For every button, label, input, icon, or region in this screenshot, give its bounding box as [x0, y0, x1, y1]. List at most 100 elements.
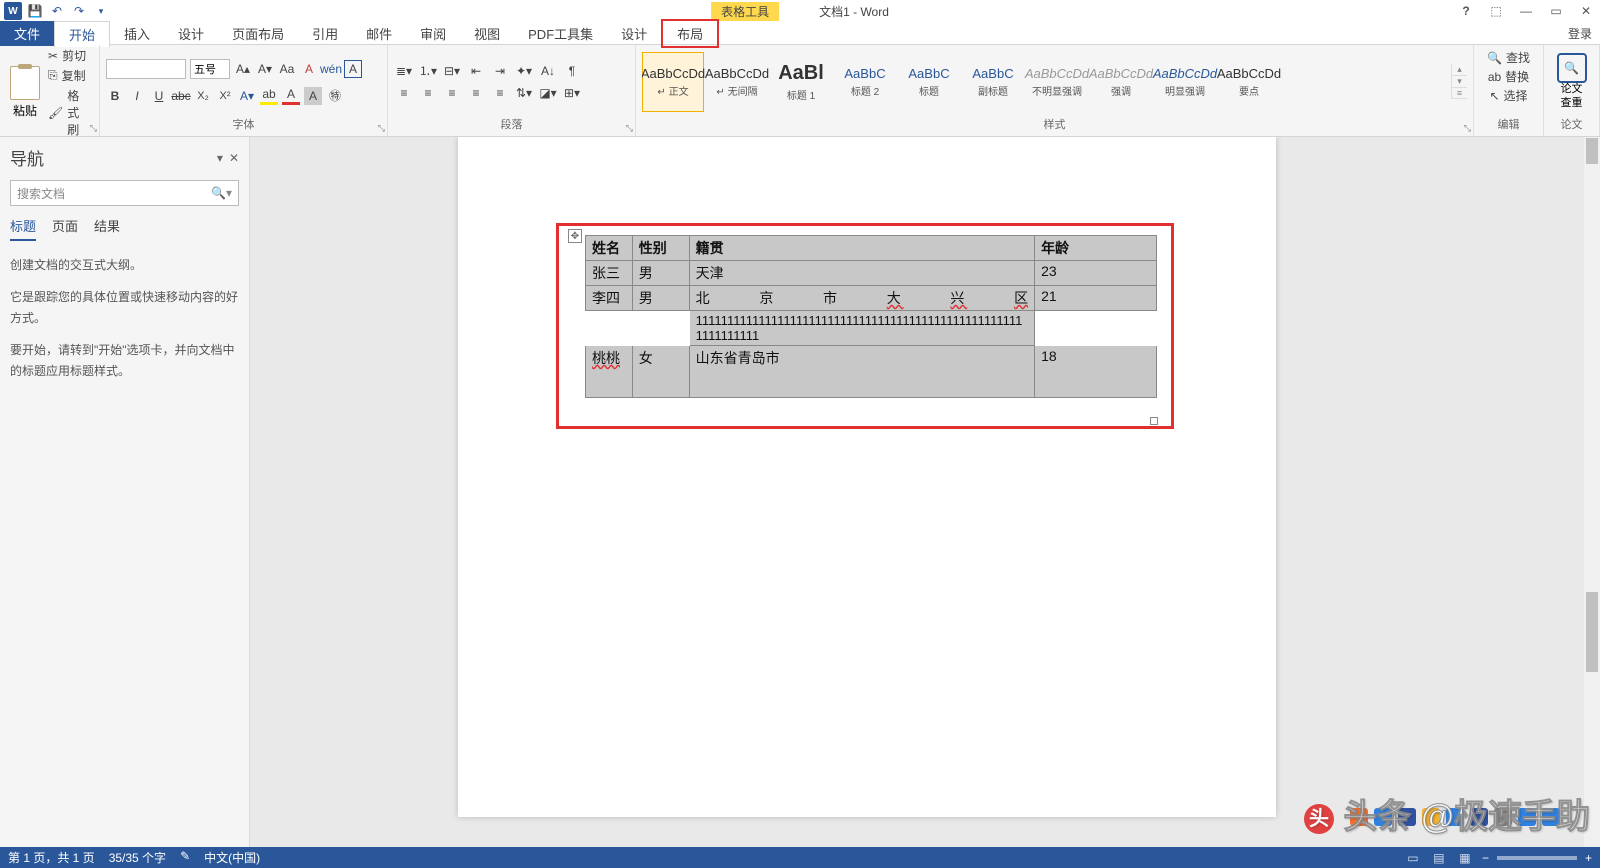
phonetic-icon[interactable]: wén — [322, 60, 340, 78]
tab-home[interactable]: 开始 — [54, 21, 110, 47]
ribbon-options-icon[interactable]: ⬚ — [1486, 4, 1506, 18]
line-spacing-icon[interactable]: ⇅▾ — [514, 84, 534, 102]
enclose-char-icon[interactable]: ㊕ — [326, 87, 344, 105]
style-item[interactable]: AaBbC标题 — [898, 52, 960, 112]
styles-scroll[interactable]: ▴▾≡ — [1451, 64, 1467, 99]
zoom-slider[interactable] — [1497, 856, 1577, 860]
tab-page-layout[interactable]: 页面布局 — [218, 21, 298, 46]
dialog-launcher-icon[interactable]: ⤡ — [626, 123, 633, 134]
grow-font-icon[interactable]: A▴ — [234, 60, 252, 78]
plagiarism-check-icon[interactable]: 🔍 — [1557, 53, 1587, 83]
highlight-icon[interactable]: ab — [260, 87, 278, 105]
th-origin[interactable]: 籍贯 — [689, 236, 1034, 261]
shading-icon[interactable]: ◪▾ — [538, 84, 558, 102]
char-shading-icon[interactable]: A — [304, 87, 322, 105]
document-table[interactable]: 姓名 性别 籍贯 年龄 张三 男 天津 23 李四 男 北 京 — [585, 235, 1157, 398]
style-item[interactable]: AaBbCcDd明显强调 — [1154, 52, 1216, 112]
paste-icon[interactable] — [10, 66, 40, 100]
subscript-icon[interactable]: X₂ — [194, 87, 212, 105]
justify-icon[interactable]: ≡ — [466, 84, 486, 102]
th-gender[interactable]: 性别 — [632, 236, 689, 261]
format-painter-button[interactable]: 🖌格式刷 — [48, 87, 89, 138]
qat-more-icon[interactable]: ▾ — [92, 2, 110, 20]
status-page[interactable]: 第 1 页，共 1 页 — [8, 849, 95, 866]
restore-icon[interactable]: ▭ — [1546, 4, 1566, 18]
char-border-icon[interactable]: A — [344, 60, 362, 78]
spellcheck-icon[interactable]: ✎ — [180, 849, 190, 866]
increase-indent-icon[interactable]: ⇥ — [490, 62, 510, 80]
dialog-launcher-icon[interactable]: ⤡ — [90, 123, 97, 134]
style-item[interactable]: AaBl标题 1 — [770, 52, 832, 112]
nav-tab-headings[interactable]: 标题 — [10, 216, 36, 241]
replace-button[interactable]: ab替换 — [1488, 68, 1529, 85]
tab-design[interactable]: 设计 — [164, 21, 218, 46]
tab-references[interactable]: 引用 — [298, 21, 352, 46]
style-item[interactable]: AaBbC副标题 — [962, 52, 1024, 112]
numbering-icon[interactable]: ⒈▾ — [418, 62, 438, 80]
find-button[interactable]: 🔍查找 — [1487, 49, 1530, 66]
text-effects-icon[interactable]: A▾ — [238, 87, 256, 105]
status-words[interactable]: 35/35 个字 — [109, 849, 166, 866]
superscript-icon[interactable]: X² — [216, 87, 234, 105]
tab-table-design[interactable]: 设计 — [607, 21, 661, 46]
zoom-in-icon[interactable]: + — [1585, 851, 1592, 865]
borders-icon[interactable]: ⊞▾ — [562, 84, 582, 102]
align-center-icon[interactable]: ≡ — [418, 84, 438, 102]
nav-search-input[interactable]: 搜索文档 🔍▾ — [10, 180, 239, 206]
paste-label[interactable]: 粘贴 — [13, 102, 37, 119]
nav-tab-pages[interactable]: 页面 — [52, 216, 78, 241]
sort-icon[interactable]: A↓ — [538, 62, 558, 80]
redo-icon[interactable]: ↷ — [70, 2, 88, 20]
clear-format-icon[interactable]: A — [300, 60, 318, 78]
tab-insert[interactable]: 插入 — [110, 21, 164, 46]
select-button[interactable]: ↖选择 — [1489, 87, 1527, 104]
style-item[interactable]: AaBbCcDd↵ 正文 — [642, 52, 704, 112]
style-item[interactable]: AaBbCcDd强调 — [1090, 52, 1152, 112]
document-area[interactable]: ✥ 姓名 性别 籍贯 年龄 张三 男 天津 23 李四 男 — [250, 137, 1600, 847]
distribute-icon[interactable]: ≡ — [490, 84, 510, 102]
font-size-input[interactable] — [190, 59, 230, 79]
multilevel-icon[interactable]: ⊟▾ — [442, 62, 462, 80]
tab-review[interactable]: 审阅 — [406, 21, 460, 46]
scroll-thumb[interactable] — [1586, 592, 1598, 672]
bullets-icon[interactable]: ≣▾ — [394, 62, 414, 80]
zoom-out-icon[interactable]: − — [1482, 851, 1489, 865]
tab-file[interactable]: 文件 — [0, 21, 54, 46]
style-item[interactable]: AaBbCcDd要点 — [1218, 52, 1280, 112]
show-marks-icon[interactable]: ¶ — [562, 62, 582, 80]
nav-tab-results[interactable]: 结果 — [94, 216, 120, 241]
print-layout-icon[interactable]: ▤ — [1430, 850, 1448, 866]
cut-button[interactable]: ✂剪切 — [48, 47, 89, 64]
shrink-font-icon[interactable]: A▾ — [256, 60, 274, 78]
minimize-icon[interactable]: — — [1516, 4, 1536, 18]
font-name-input[interactable] — [106, 59, 186, 79]
dialog-launcher-icon[interactable]: ⤡ — [1464, 123, 1471, 134]
decrease-indent-icon[interactable]: ⇤ — [466, 62, 486, 80]
table-move-handle[interactable]: ✥ — [568, 229, 582, 243]
font-color-icon[interactable]: A — [282, 87, 300, 105]
vertical-scrollbar[interactable] — [1584, 137, 1600, 847]
bold-icon[interactable]: B — [106, 87, 124, 105]
tab-pdf-tools[interactable]: PDF工具集 — [514, 21, 607, 46]
save-icon[interactable]: 💾 — [26, 2, 44, 20]
th-age[interactable]: 年龄 — [1035, 236, 1157, 261]
dialog-launcher-icon[interactable]: ⤡ — [378, 123, 385, 134]
tab-table-layout[interactable]: 布局 — [661, 19, 719, 48]
table-resize-handle[interactable] — [1150, 417, 1158, 425]
th-name[interactable]: 姓名 — [586, 236, 633, 261]
strike-icon[interactable]: abc — [172, 87, 190, 105]
align-left-icon[interactable]: ≡ — [394, 84, 414, 102]
italic-icon[interactable]: I — [128, 87, 146, 105]
nav-dropdown-icon[interactable]: ▾ — [217, 151, 223, 165]
tab-mailings[interactable]: 邮件 — [352, 21, 406, 46]
align-right-icon[interactable]: ≡ — [442, 84, 462, 102]
undo-icon[interactable]: ↶ — [48, 2, 66, 20]
nav-close-icon[interactable]: ✕ — [229, 151, 239, 165]
copy-button[interactable]: ⎘复制 — [48, 67, 89, 84]
help-icon[interactable]: ? — [1456, 4, 1476, 18]
styles-gallery[interactable]: AaBbCcDd↵ 正文AaBbCcDd↵ 无间隔AaBl标题 1AaBbC标题… — [642, 52, 1451, 112]
read-mode-icon[interactable]: ▭ — [1404, 850, 1422, 866]
underline-icon[interactable]: U — [150, 87, 168, 105]
login-link[interactable]: 登录 — [1568, 25, 1592, 42]
web-layout-icon[interactable]: ▦ — [1456, 850, 1474, 866]
